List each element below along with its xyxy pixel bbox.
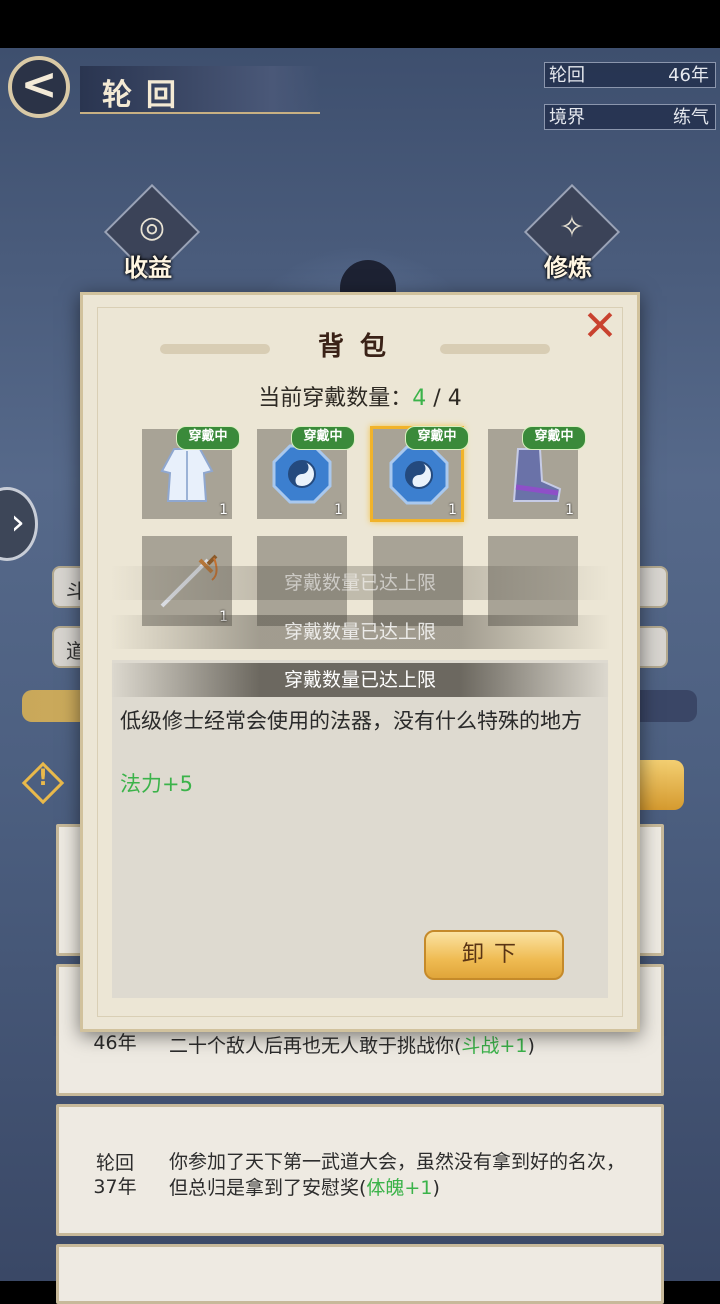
inventory-slot-bagua[interactable]: 穿戴中 1 [257,426,355,519]
item-bonus: 法力+5 [120,772,193,796]
chevron-right-icon: › [10,502,25,543]
toast-limit-reached: 穿戴数量已达上限 [283,669,436,691]
close-icon[interactable]: ✕ [580,305,620,347]
robe-icon [160,448,214,502]
item-qty: 1 [334,502,343,518]
cycle-label: 轮回 [549,65,585,86]
equipped-badge: 穿戴中 [522,426,586,450]
realm-info: 境界 练气 [544,104,716,130]
log-year: 46年 [93,1032,137,1054]
item-qty: 1 [219,502,228,518]
equip-count: 当前穿戴数量：4 / 4 [258,386,462,411]
log-card [56,1244,664,1304]
back-button[interactable]: < [8,56,70,118]
income-label: 收益 [124,253,172,282]
inventory-slot-boots[interactable]: 穿戴中 1 [488,426,586,519]
toast-faint: 穿戴数量已达上限 [283,572,436,594]
item-qty: 1 [448,502,457,518]
inventory-slot-robe[interactable]: 穿戴中 1 [142,426,240,519]
boots-icon [512,448,562,502]
toast-mid: 穿戴数量已达上限 [283,621,436,643]
log-text: 你参加了天下第一武道大会，虽然没有拿到好的名次， 但总归是拿到了安慰奖(体魄+1… [169,1151,626,1199]
warning-icon: ! [37,766,49,791]
log-text: 二十个敌人后再也无人敢于挑战你(斗战+1) [169,1035,535,1057]
cultivate-label: 修炼 [544,253,592,282]
bagua-mirror-icon [272,444,332,504]
log-card: 轮回 37年 你参加了天下第一武道大会，虽然没有拿到好的名次， 但总归是拿到了安… [56,1104,664,1236]
equipped-badge: 穿戴中 [291,426,355,450]
equipped-badge: 穿戴中 [405,426,469,450]
log-year: 轮回 37年 [93,1152,137,1198]
status-bar [0,0,720,48]
realm-label: 境界 [549,107,585,128]
unequip-button[interactable]: 卸下 [424,930,564,980]
bagua-mirror-icon [389,445,449,505]
chevron-left-icon: < [20,59,58,110]
cultivate-icon: ✧ [559,210,585,245]
cycle-value: 46年 [668,65,709,86]
realm-value: 练气 [673,107,709,128]
count-max: 4 [447,386,462,411]
item-description: 低级修士经常会使用的法器，没有什么特殊的地方 [120,709,582,733]
cycle-info: 轮回 46年 [544,62,716,88]
income-icon: ◎ [138,210,166,245]
item-qty: 1 [565,502,574,518]
inventory-slot-bagua-selected[interactable]: 穿戴中 1 [370,426,469,522]
count-current: 4 [412,386,427,411]
page-title: 轮回 [102,78,190,113]
equipped-badge: 穿戴中 [176,426,240,450]
